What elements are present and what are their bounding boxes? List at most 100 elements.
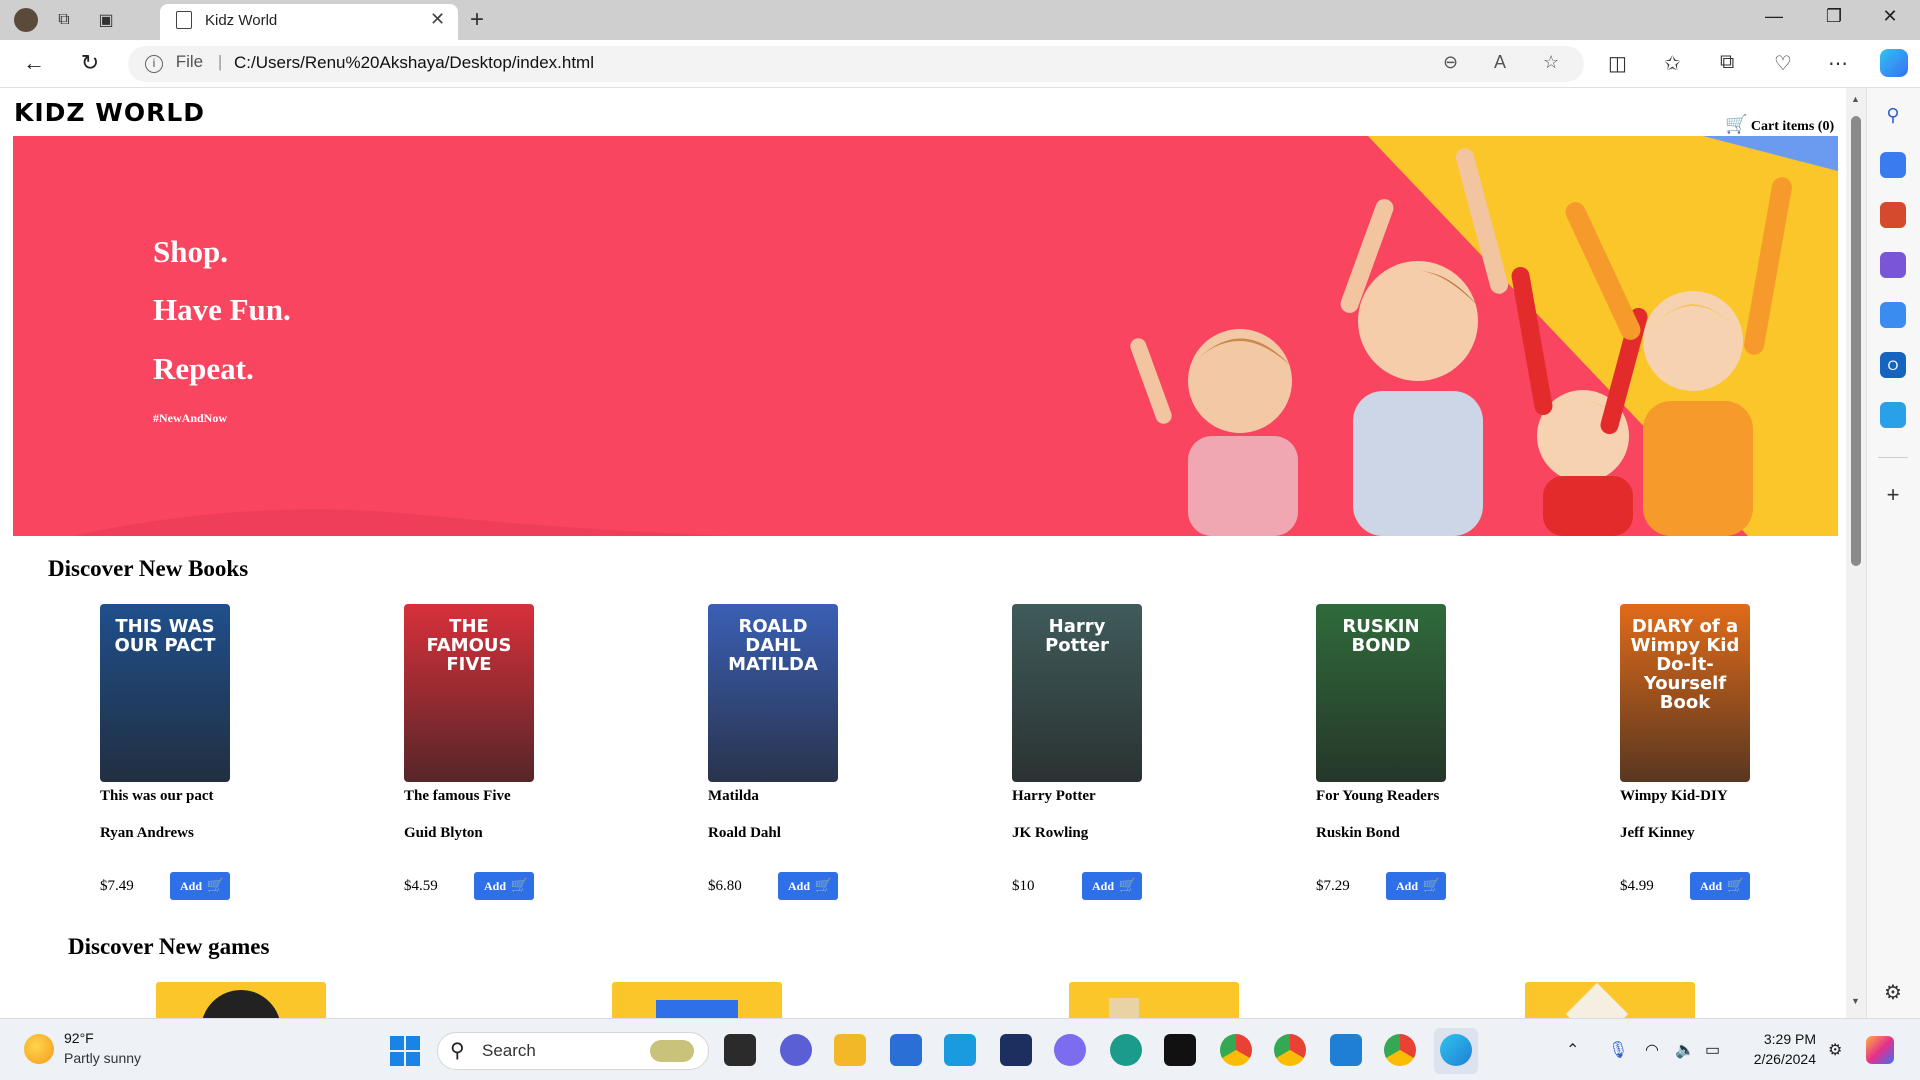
weather-temperature[interactable]: 92°F — [64, 1030, 94, 1046]
book-cover-image[interactable]: Harry Potter — [1012, 604, 1142, 782]
search-icon[interactable]: ⚲ — [1880, 102, 1906, 128]
book-price: $10 — [1012, 877, 1035, 894]
chrome-profile-icon[interactable] — [1274, 1034, 1306, 1066]
read-aloud-icon[interactable]: A — [1494, 52, 1506, 73]
book-cover-image[interactable]: THIS WAS OUR PACT — [100, 604, 230, 782]
hero-wave — [73, 509, 733, 536]
close-window-button[interactable]: ✕ — [1868, 6, 1912, 34]
edge-icon[interactable] — [1440, 1034, 1472, 1066]
book-price: $4.99 — [1620, 877, 1654, 894]
browser-essentials-icon[interactable]: ♡ — [1774, 51, 1792, 76]
task-view-icon[interactable] — [724, 1034, 756, 1066]
show-hidden-icons-icon[interactable]: ⌃ — [1566, 1040, 1579, 1060]
file-explorer-icon[interactable] — [834, 1034, 866, 1066]
notifications-icon[interactable]: ⚙ — [1828, 1040, 1842, 1060]
add-to-cart-button[interactable]: Add 🛒 — [1690, 872, 1750, 900]
games-heading: Discover New games — [68, 934, 270, 959]
clock-time[interactable]: 3:29 PM — [1760, 1031, 1816, 1047]
site-logo[interactable]: KIDZ WORLD — [14, 98, 205, 127]
sidebar-settings-icon[interactable]: ⚙ — [1880, 980, 1906, 1006]
info-icon: i — [145, 55, 163, 73]
book-card[interactable]: ROALD DAHL MATILDA Matilda Roald Dahl $6.80… — [708, 604, 928, 900]
add-button-label: Add — [1700, 878, 1723, 893]
hero-graphic — [73, 136, 1838, 536]
book-cover-image[interactable]: THE FAMOUS FIVE — [404, 604, 534, 782]
microsoft-store-icon[interactable] — [890, 1034, 922, 1066]
battery-icon[interactable]: ▭ — [1705, 1040, 1720, 1060]
book-title: For Young Readers — [1316, 788, 1440, 804]
dev-home-icon[interactable] — [1000, 1034, 1032, 1066]
book-card[interactable]: DIARY of a Wimpy Kid Do-It-Yourself Book… — [1620, 604, 1840, 900]
add-to-cart-button[interactable]: Add 🛒 — [1082, 872, 1142, 900]
game-card[interactable] — [612, 982, 782, 1018]
book-buy-row: $4.99 Add 🛒 — [1620, 872, 1840, 900]
chrome-icon[interactable] — [1220, 1034, 1252, 1066]
chrome-profile-2-icon[interactable] — [1384, 1034, 1416, 1066]
favorites-icon[interactable]: ✩ — [1664, 51, 1681, 76]
add-button-label: Add — [1092, 878, 1115, 893]
copilot-icon[interactable] — [1880, 49, 1908, 77]
taskbar-search-label: Search — [482, 1041, 536, 1060]
book-cover-image[interactable]: DIARY of a Wimpy Kid Do-It-Yourself Book — [1620, 604, 1750, 782]
add-sidebar-app-icon[interactable]: + — [1880, 482, 1906, 508]
add-to-cart-button[interactable]: Add 🛒 — [1386, 872, 1446, 900]
profile-avatar-icon[interactable] — [12, 8, 40, 32]
back-button[interactable]: ← — [18, 50, 50, 78]
book-card[interactable]: Harry Potter Harry Potter JK Rowling $10 Add… — [1012, 604, 1232, 900]
scroll-up-arrow-icon[interactable]: ▲ — [1851, 94, 1860, 104]
add-to-cart-button[interactable]: Add 🛒 — [170, 872, 230, 900]
block-stack-icon — [1109, 998, 1139, 1018]
site-info-button[interactable]: i File | — [145, 52, 222, 73]
tab-title: Kidz World — [205, 12, 278, 29]
favorite-star-icon[interactable]: ☆ — [1543, 52, 1559, 73]
wifi-icon[interactable]: ◠ — [1645, 1040, 1659, 1060]
tab-actions-icon[interactable]: ▣ — [92, 8, 120, 32]
clock-date[interactable]: 2/26/2024 — [1740, 1051, 1816, 1067]
workspaces-icon[interactable]: ⧉ — [50, 8, 78, 32]
minimize-button[interactable]: — — [1752, 6, 1796, 34]
weather-description[interactable]: Partly sunny — [64, 1050, 141, 1066]
close-tab-icon[interactable]: ✕ — [430, 9, 445, 30]
volume-icon[interactable]: 🔈 — [1675, 1040, 1695, 1060]
weather-icon[interactable] — [24, 1034, 54, 1064]
add-to-cart-button[interactable]: Add 🛒 — [474, 872, 534, 900]
game-card[interactable] — [1069, 982, 1239, 1018]
hero-line-shop: Shop. — [153, 234, 228, 269]
add-to-cart-button[interactable]: Add 🛒 — [778, 872, 838, 900]
games-icon[interactable] — [1880, 252, 1906, 278]
copilot-preview-icon[interactable] — [1866, 1036, 1894, 1064]
tools-briefcase-icon[interactable] — [1880, 202, 1906, 228]
book-price: $7.29 — [1316, 877, 1350, 894]
shopping-tag-icon[interactable] — [1880, 152, 1906, 178]
collections-icon[interactable]: ⧉ — [1720, 51, 1734, 74]
drop-send-icon[interactable] — [1880, 402, 1906, 428]
remote-desktop-icon[interactable] — [944, 1034, 976, 1066]
scroll-down-arrow-icon[interactable]: ▼ — [1851, 996, 1860, 1006]
game-card[interactable] — [156, 982, 326, 1018]
more-menu-icon[interactable]: ⋯ — [1828, 51, 1848, 76]
book-cover-image[interactable]: ROALD DAHL MATILDA — [708, 604, 838, 782]
split-screen-icon[interactable]: ◫ — [1608, 51, 1627, 76]
netflix-icon[interactable] — [1164, 1034, 1196, 1066]
refresh-button[interactable]: ↻ — [74, 50, 106, 78]
cart-icon: 🛒 — [1118, 878, 1136, 894]
zoom-icon[interactable]: ⊖ — [1443, 52, 1458, 73]
windows-start-icon[interactable] — [390, 1036, 420, 1066]
cart-link[interactable]: 🛒 Cart items (0) — [1725, 114, 1834, 135]
copilot-app-icon[interactable] — [1054, 1034, 1086, 1066]
book-card[interactable]: RUSKIN BOND For Young Readers Ruskin Bond $… — [1316, 604, 1536, 900]
outlook-icon[interactable]: O — [1880, 352, 1906, 378]
vscode-icon[interactable] — [1330, 1034, 1362, 1066]
scrollbar-thumb[interactable] — [1851, 116, 1861, 566]
new-tab-button[interactable]: + — [470, 6, 484, 34]
microsoft-365-icon[interactable] — [1880, 302, 1906, 328]
edge-dev-icon[interactable] — [1110, 1034, 1142, 1066]
book-card[interactable]: THE FAMOUS FIVE The famous Five Guid Blyto… — [404, 604, 624, 900]
book-card[interactable]: THIS WAS OUR PACT This was our pact Ryan A… — [100, 604, 320, 900]
microphone-icon[interactable]: 🎙 — [1608, 1040, 1628, 1060]
book-cover-image[interactable]: RUSKIN BOND — [1316, 604, 1446, 782]
url-text[interactable]: C:/Users/Renu%20Akshaya/Desktop/index.ht… — [234, 53, 594, 73]
game-card[interactable] — [1525, 982, 1695, 1018]
restore-button[interactable]: ❐ — [1812, 6, 1856, 34]
teams-chat-icon[interactable] — [780, 1034, 812, 1066]
